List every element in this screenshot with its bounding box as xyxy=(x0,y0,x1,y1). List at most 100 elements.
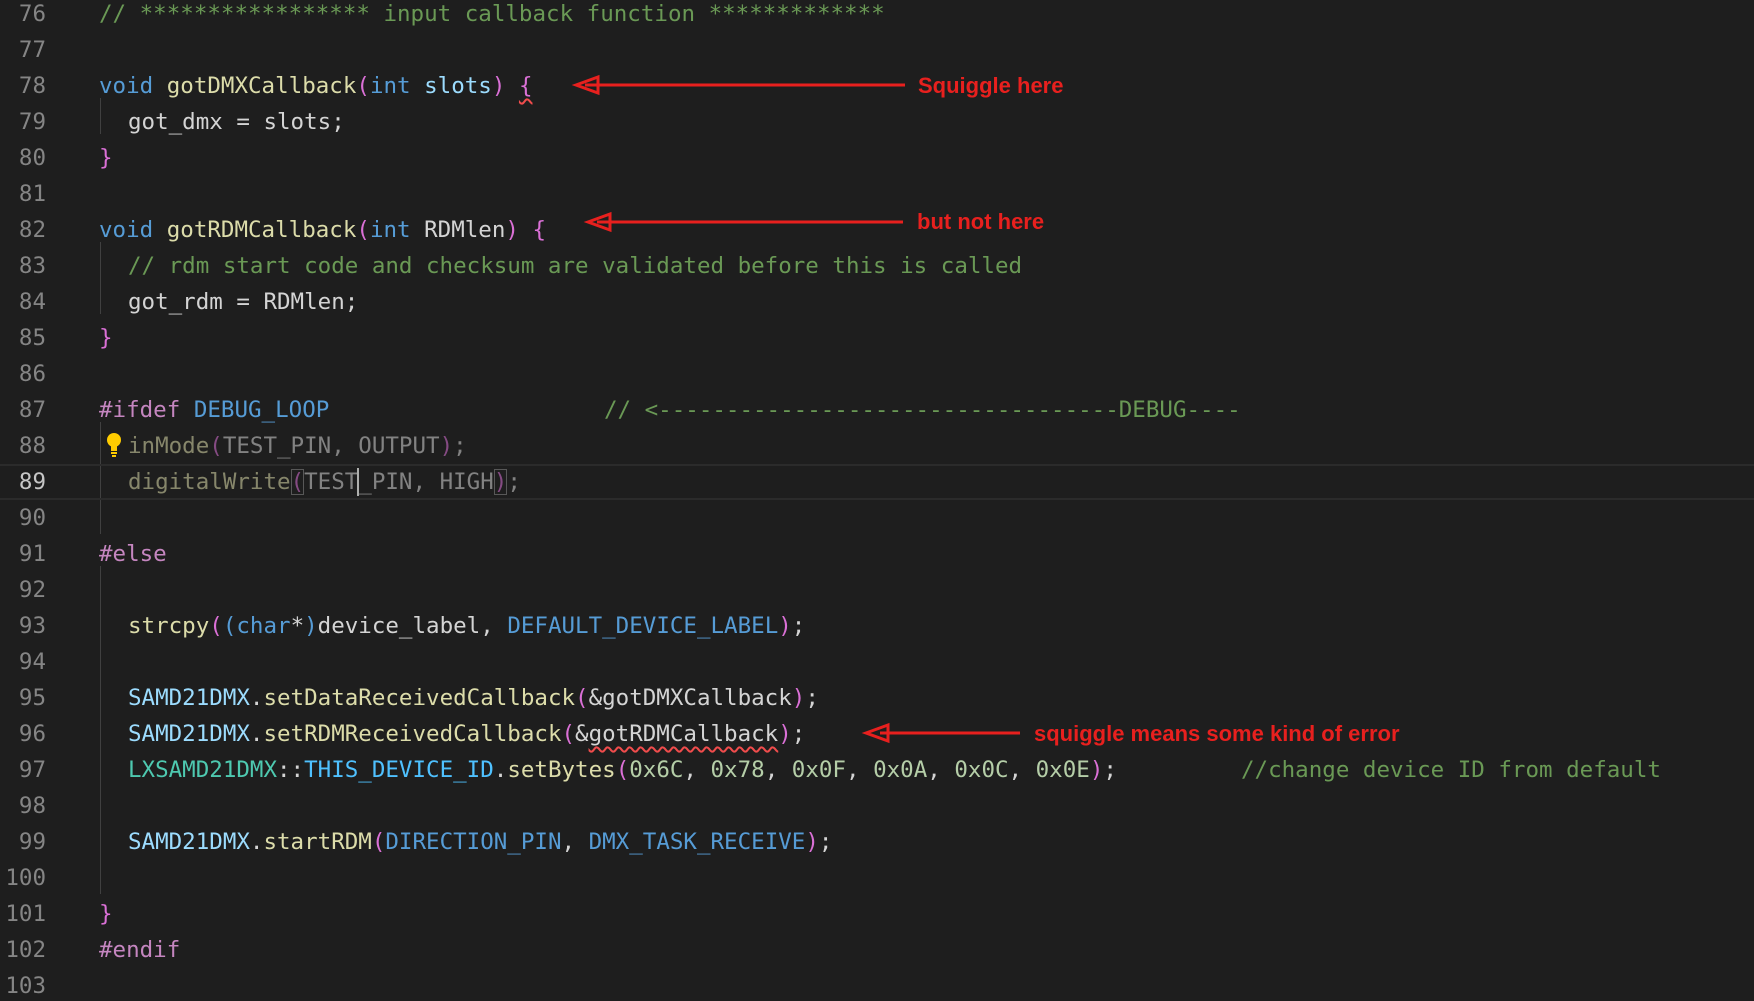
argument: &gotDMXCallback xyxy=(588,685,792,711)
code-line-89-current[interactable]: 89 digitalWrite(TEST_PIN, HIGH); xyxy=(0,464,1754,500)
object-name: SAMD21DMX xyxy=(128,685,250,711)
separator: , xyxy=(561,829,589,855)
line-number: 89 xyxy=(18,469,46,495)
code-line-79[interactable]: 79 got_dmx = slots; xyxy=(0,104,1754,140)
separator: , xyxy=(1008,757,1036,783)
constant-name: DMX_TASK_RECEIVE xyxy=(588,829,806,855)
separator: , xyxy=(683,757,711,783)
line-number: 93 xyxy=(18,613,46,639)
ampersand: & xyxy=(575,721,589,747)
code-line-87[interactable]: 87 #ifdef DEBUG_LOOP // <---------------… xyxy=(0,392,1754,428)
closing-brace: } xyxy=(99,901,113,927)
code-line-100[interactable]: 100 xyxy=(0,860,1754,896)
number: 0x78 xyxy=(710,757,765,783)
code-line-98[interactable]: 98 xyxy=(0,788,1754,824)
dot: . xyxy=(493,757,508,783)
type-char: char xyxy=(236,613,291,639)
code-line-86[interactable]: 86 xyxy=(0,356,1754,392)
number: 0x0C xyxy=(954,757,1009,783)
paren: ) xyxy=(778,721,792,747)
paren: ) xyxy=(439,433,454,459)
semicolon: ; xyxy=(791,721,806,747)
function-name: setDataReceivedCallback xyxy=(263,685,576,711)
code-line-96[interactable]: 96 SAMD21DMX.setRDMReceivedCallback(&got… xyxy=(0,716,1754,752)
code-line-92[interactable]: 92 xyxy=(0,572,1754,608)
lightbulb-icon[interactable] xyxy=(106,432,122,458)
code-line-82[interactable]: 82 void gotRDMCallback(int RDMlen) { xyxy=(0,212,1754,248)
line-number: 84 xyxy=(18,289,46,315)
paren: ( xyxy=(615,757,630,783)
code-line-90[interactable]: 90 xyxy=(0,500,1754,536)
function-name: inMode xyxy=(128,433,210,459)
function-name: gotDMXCallback xyxy=(166,73,357,99)
code-line-94[interactable]: 94 xyxy=(0,644,1754,680)
code-line-83[interactable]: 83 // rdm start code and checksum are va… xyxy=(0,248,1754,284)
code-line-103[interactable]: 103 xyxy=(0,968,1754,1001)
code-line-93[interactable]: 93 strcpy((char*)device_label, DEFAULT_D… xyxy=(0,608,1754,644)
line-number: 83 xyxy=(18,253,46,279)
code-line-85[interactable]: 85 } xyxy=(0,320,1754,356)
annotation-squiggle-meaning: squiggle means some kind of error xyxy=(1034,721,1400,746)
code-line-88[interactable]: 88 inMode(TEST_PIN, OUTPUT); xyxy=(0,428,1754,464)
number: 0x0E xyxy=(1035,757,1090,783)
type-int: int xyxy=(369,73,411,99)
preprocessor-directive: #else xyxy=(99,541,167,567)
paren: ( xyxy=(575,685,589,711)
code-line-84[interactable]: 84 got_rdm = RDMlen; xyxy=(0,284,1754,320)
paren: ) xyxy=(791,685,806,711)
macro-name: DEBUG_LOOP xyxy=(193,397,330,423)
code-line-81[interactable]: 81 xyxy=(0,176,1754,212)
paren: ) xyxy=(491,73,506,99)
error-squiggle-brace[interactable]: { xyxy=(519,73,533,99)
statement: got_rdm = RDMlen; xyxy=(128,289,359,315)
line-number: 81 xyxy=(18,181,46,207)
line-number: 92 xyxy=(18,577,46,603)
object-name: SAMD21DMX xyxy=(128,721,250,747)
paren: ) xyxy=(1089,757,1104,783)
code-line-78[interactable]: 78 void gotDMXCallback(int slots) { xyxy=(0,68,1754,104)
matched-paren: ) xyxy=(493,469,508,495)
function-name: setRDMReceivedCallback xyxy=(263,721,562,747)
line-number: 87 xyxy=(18,397,46,423)
code-line-102[interactable]: 102 #endif xyxy=(0,932,1754,968)
keyword-void: void xyxy=(99,73,154,99)
semicolon: ; xyxy=(805,685,819,711)
number: 0x6C xyxy=(629,757,684,783)
code-line-99[interactable]: 99 SAMD21DMX.startRDM(DIRECTION_PIN, DMX… xyxy=(0,824,1754,860)
closing-brace: } xyxy=(99,145,113,171)
line-number: 82 xyxy=(18,217,46,243)
line-number: 102 xyxy=(5,937,46,963)
separator: , xyxy=(764,757,792,783)
dot: . xyxy=(249,829,264,855)
annotation-but-not-here: but not here xyxy=(917,209,1045,234)
paren: ( xyxy=(356,73,370,99)
line-number: 94 xyxy=(18,649,46,675)
line-number: 76 xyxy=(18,1,46,27)
paren: ( xyxy=(371,829,386,855)
semicolon: ; xyxy=(453,433,467,459)
annotation-squiggle-here: Squiggle here xyxy=(918,73,1064,98)
code-line-101[interactable]: 101 } xyxy=(0,896,1754,932)
comment: // rdm start code and checksum are valid… xyxy=(128,253,1023,279)
args: TEST_PIN, OUTPUT xyxy=(222,433,440,459)
code-line-77[interactable]: 77 xyxy=(0,32,1754,68)
semicolon: ; xyxy=(507,469,521,495)
error-squiggle-argument[interactable]: gotRDMCallback xyxy=(589,721,779,747)
function-name: setBytes xyxy=(507,757,616,783)
line-number: 103 xyxy=(5,973,46,999)
paren: ( xyxy=(209,433,223,459)
code-line-80[interactable]: 80 } xyxy=(0,140,1754,176)
code-line-76[interactable]: 76 // ***************** input callback f… xyxy=(0,0,1754,32)
code-line-97[interactable]: 97 LXSAMD21DMX::THIS_DEVICE_ID.setBytes(… xyxy=(0,752,1754,788)
comment: //change device ID from default xyxy=(1241,757,1661,783)
variable: device_label, xyxy=(317,613,508,639)
line-number: 91 xyxy=(18,541,46,567)
line-number: 77 xyxy=(18,37,46,63)
param: RDMlen xyxy=(424,217,506,243)
function-name: digitalWrite xyxy=(128,469,291,495)
code-line-95[interactable]: 95 SAMD21DMX.setDataReceivedCallback(&go… xyxy=(0,680,1754,716)
code-line-91[interactable]: 91 #else xyxy=(0,536,1754,572)
code-editor[interactable]: 76 // ***************** input callback f… xyxy=(0,0,1754,1001)
object-name: SAMD21DMX xyxy=(128,829,250,855)
semicolon: ; xyxy=(791,613,806,639)
